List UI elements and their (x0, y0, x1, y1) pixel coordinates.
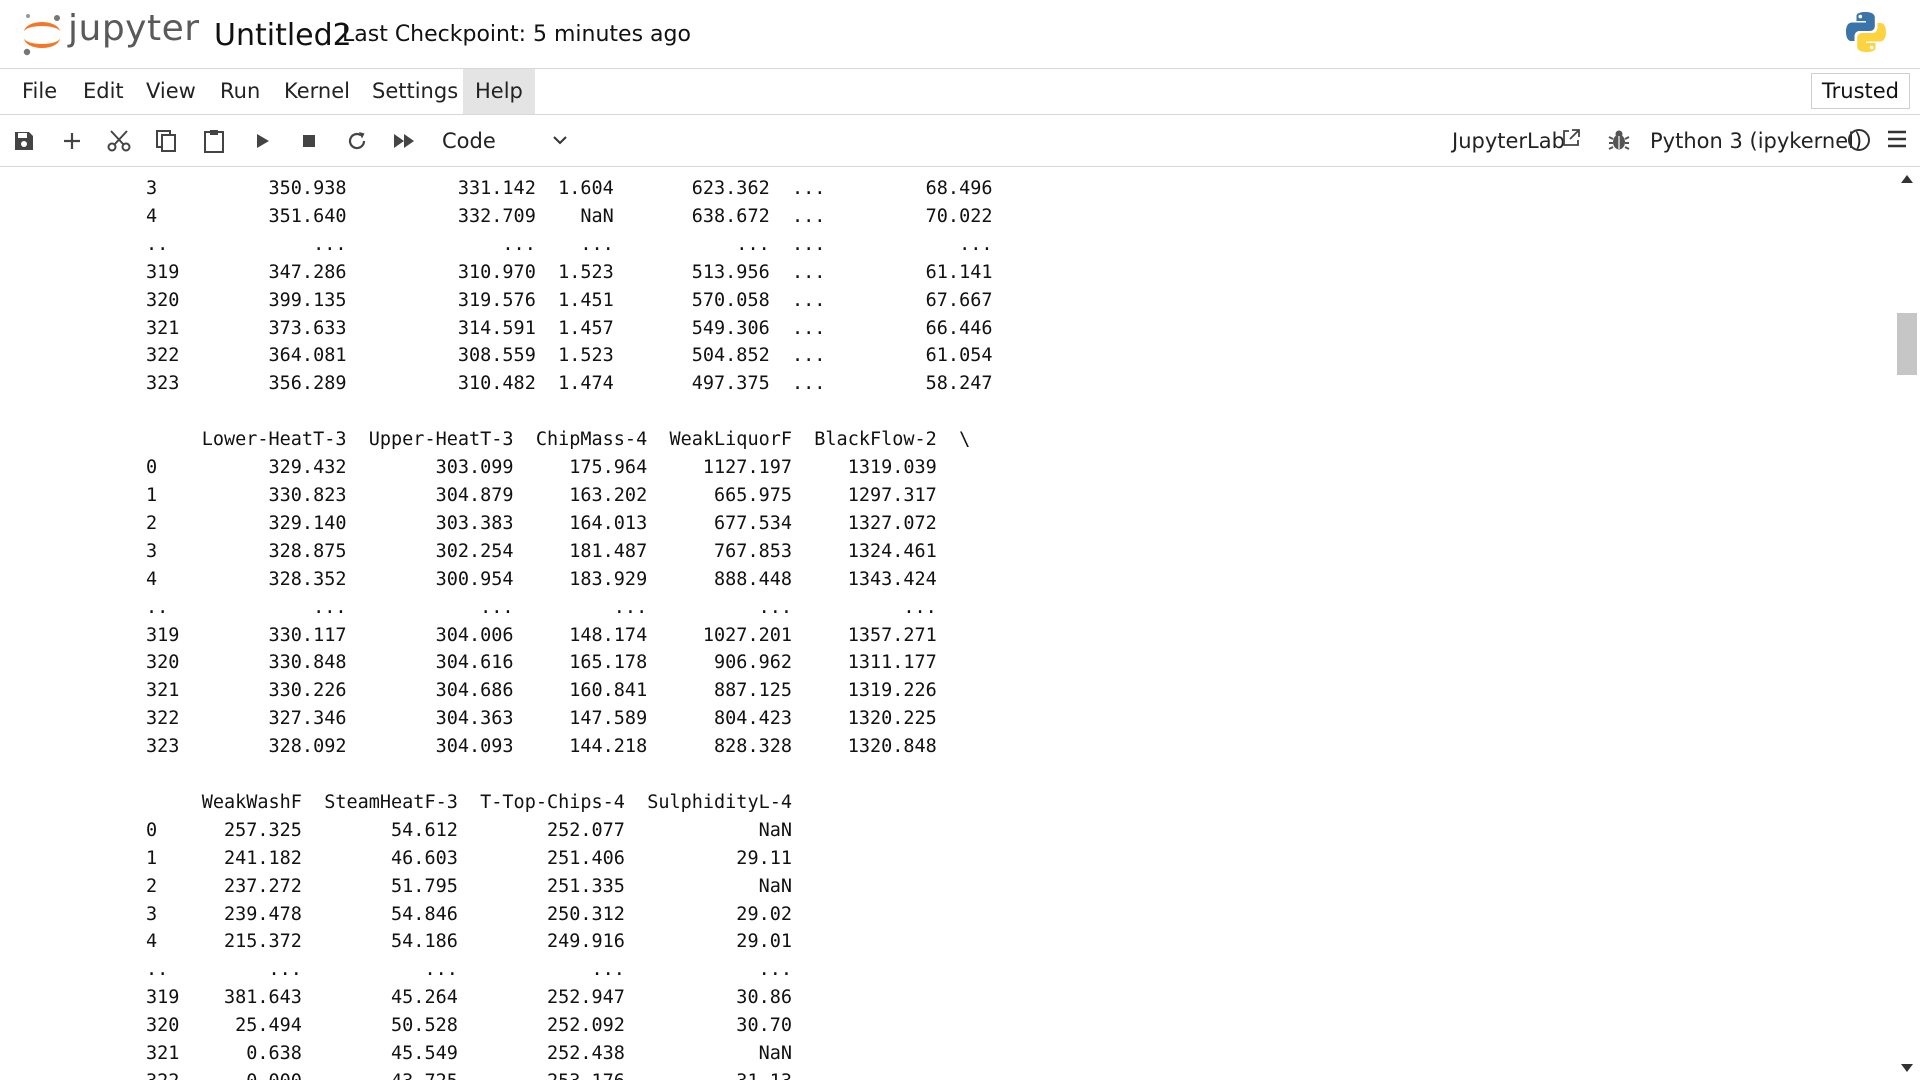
scroll-up-arrow-icon[interactable] (1901, 175, 1913, 183)
notebook-toolbar: Code JupyterLab Python 3 (ipykernel) (0, 115, 1920, 167)
restart-icon (348, 132, 366, 150)
interrupt-button[interactable] (292, 124, 326, 158)
jupyterlab-link[interactable]: JupyterLab (1452, 124, 1565, 158)
menu-settings[interactable]: Settings (360, 69, 470, 114)
python-logo-icon (1846, 12, 1886, 52)
menu-view[interactable]: View (134, 69, 208, 114)
menu-icon[interactable] (1886, 128, 1908, 150)
cell-type-value: Code (442, 129, 496, 153)
cell-type-select[interactable]: Code (442, 124, 572, 158)
run-icon (257, 134, 269, 148)
cut-button[interactable] (102, 124, 136, 158)
fast-forward-icon (394, 134, 414, 148)
bug-icon[interactable] (1606, 127, 1632, 153)
copy-icon (156, 130, 176, 152)
kernel-name[interactable]: Python 3 (ipykernel) (1650, 124, 1862, 158)
chevron-down-icon (553, 136, 567, 145)
scroll-down-arrow-icon[interactable] (1901, 1064, 1913, 1072)
kernel-idle-icon (1848, 129, 1870, 151)
stop-icon (303, 135, 315, 147)
notebook-title[interactable]: Untitled2 (214, 18, 352, 53)
insert-cell-button[interactable] (55, 124, 89, 158)
paste-icon (204, 130, 224, 153)
cut-icon (107, 130, 131, 152)
app-header: jupyter Untitled2 Last Checkpoint: 5 min… (0, 0, 1920, 69)
menu-kernel[interactable]: Kernel (272, 69, 362, 114)
restart-run-all-button[interactable] (387, 124, 421, 158)
trusted-indicator[interactable]: Trusted (1810, 73, 1910, 109)
menu-bar: File Edit View Run Kernel Settings Help … (0, 69, 1920, 115)
checkpoint-status: Last Checkpoint: 5 minutes ago (342, 22, 691, 47)
vertical-scrollbar[interactable] (1894, 167, 1920, 1080)
save-icon (15, 132, 33, 150)
copy-button[interactable] (149, 124, 183, 158)
menu-run[interactable]: Run (208, 69, 272, 114)
external-link-icon[interactable] (1560, 127, 1582, 149)
menu-edit[interactable]: Edit (71, 69, 136, 114)
scroll-thumb[interactable] (1897, 313, 1917, 375)
add-cell-icon (64, 133, 80, 149)
menu-help[interactable]: Help (463, 69, 535, 114)
menu-file[interactable]: File (10, 69, 69, 114)
paste-button[interactable] (197, 124, 231, 158)
run-button[interactable] (245, 124, 279, 158)
jupyter-wordmark[interactable]: jupyter (68, 8, 200, 49)
jupyter-logo-icon[interactable] (20, 10, 64, 58)
cell-output-area: 3 350.938 331.142 1.604 623.362 ... 68.4… (0, 167, 1894, 1080)
restart-button[interactable] (340, 124, 374, 158)
save-button[interactable] (7, 124, 41, 158)
dataframe-output-text: 3 350.938 331.142 1.604 623.362 ... 68.4… (146, 178, 993, 1080)
